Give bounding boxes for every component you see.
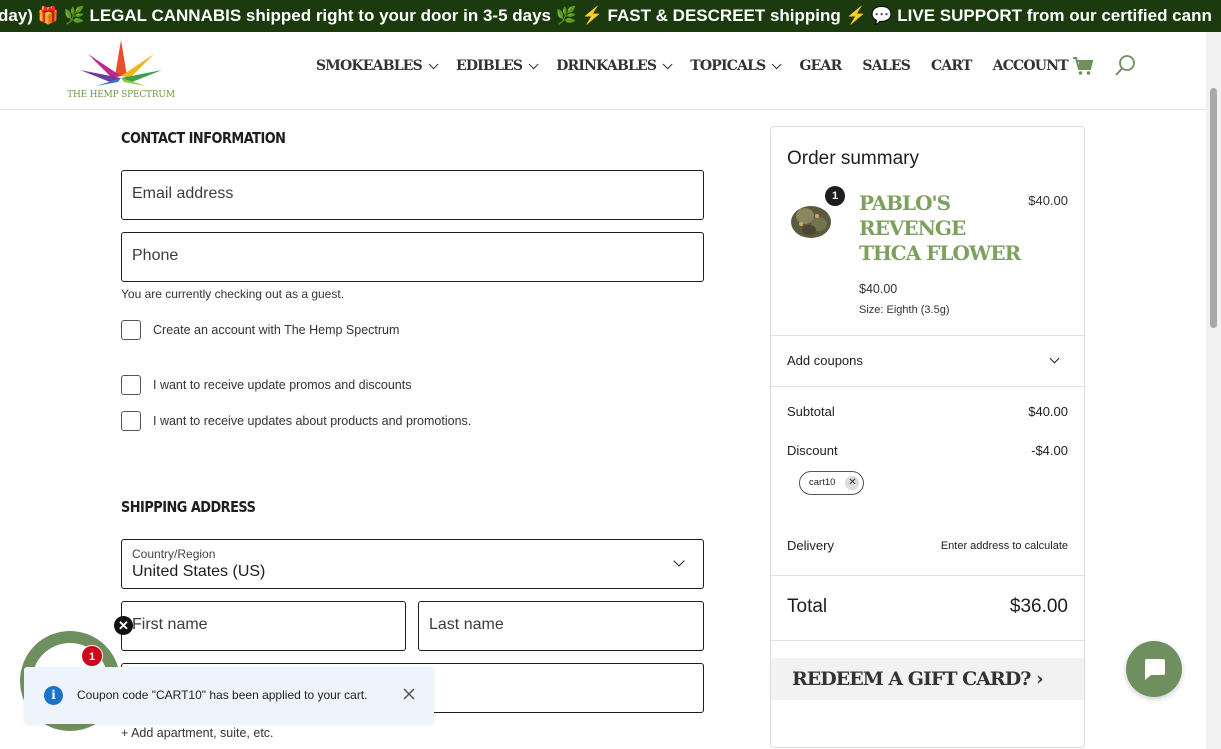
contact-section-title: CONTACT INFORMATION: [121, 129, 286, 147]
add-coupons-toggle[interactable]: Add coupons: [787, 353, 863, 368]
chat-bubble-icon: [1145, 659, 1165, 680]
chevron-down-icon: [673, 555, 685, 567]
unit-price: $40.00: [859, 282, 898, 296]
page-scrollbar[interactable]: [1206, 32, 1221, 749]
coupon-toast: i Coupon code "CART10" has been applied …: [24, 667, 434, 724]
total-label: Total: [787, 596, 828, 617]
add-apartment-link[interactable]: + Add apartment, suite, etc.: [121, 726, 274, 740]
chevron-down-icon: [528, 58, 539, 69]
coupon-chip-label: cart10: [809, 477, 836, 488]
create-account-row: Create an account with The Hemp Spectrum: [121, 320, 399, 340]
first-name-field[interactable]: First name: [121, 601, 406, 651]
rewards-badge: 1: [81, 645, 103, 667]
email-placeholder: Email address: [132, 185, 234, 202]
nav-drinkables[interactable]: DRINKABLES: [556, 58, 673, 74]
delivery-value: Enter address to calculate: [940, 540, 1068, 552]
nav-edibles-label: EDIBLES: [455, 58, 523, 74]
product-size: Size: Eighth (3.5g): [859, 304, 950, 316]
order-summary-panel: Order summary 1 PABLO'S REVENGE THCA FLO…: [770, 126, 1085, 748]
checkout-page: day) 🎁 🌿 LEGAL CANNABIS shipped right to…: [0, 0, 1221, 749]
create-account-label[interactable]: Create an account with The Hemp Spectrum: [153, 323, 399, 337]
email-field[interactable]: Email address: [121, 170, 704, 220]
last-name-placeholder: Last name: [429, 616, 504, 633]
divider: [771, 335, 1084, 336]
divider: [771, 640, 1084, 641]
product-name: PABLO'S REVENGE THCA FLOWER: [859, 191, 1021, 265]
chevron-down-icon: [662, 58, 673, 69]
create-account-checkbox[interactable]: [121, 320, 141, 340]
subtotal-value: $40.00: [1028, 404, 1068, 419]
nav-topicals[interactable]: TOPICALS: [690, 58, 783, 74]
chevron-down-icon: [772, 58, 783, 69]
close-icon[interactable]: [402, 687, 416, 701]
nav-gear[interactable]: GEAR: [799, 58, 842, 74]
nav-smokeables[interactable]: SMOKEABLES: [316, 58, 439, 74]
info-icon: i: [44, 686, 63, 705]
updates-label[interactable]: I want to receive updates about products…: [153, 414, 471, 428]
discount-value: -$4.00: [1031, 443, 1068, 458]
nav-cart-label: CART: [931, 58, 972, 74]
subtotal-label: Subtotal: [787, 404, 835, 419]
shipping-section-title: SHIPPING ADDRESS: [121, 498, 256, 516]
nav-gear-label: GEAR: [799, 58, 842, 74]
nav-drinkables-label: DRINKABLES: [556, 58, 657, 74]
phone-placeholder: Phone: [132, 247, 179, 264]
nav-cart[interactable]: CART: [931, 58, 972, 74]
order-summary-title: Order summary: [787, 148, 919, 169]
site-header: THE HEMP SPECTRUM SMOKEABLES EDIBLES DRI…: [0, 32, 1206, 110]
discount-label: Discount: [787, 443, 838, 458]
total-value: $36.00: [1009, 596, 1068, 617]
toast-message: Coupon code "CART10" has been applied to…: [77, 688, 368, 702]
live-chat-button[interactable]: [1126, 641, 1182, 697]
divider: [771, 386, 1084, 387]
nav-account-label: ACCOUNT: [992, 58, 1069, 74]
remove-coupon-icon[interactable]: ✕: [845, 476, 860, 490]
nav-sales-label: SALES: [862, 58, 911, 74]
country-label: Country/Region: [132, 547, 216, 561]
cart-icon[interactable]: [1072, 56, 1094, 76]
divider: [771, 575, 1084, 576]
line-price: $40.00: [1028, 193, 1068, 208]
nav-topicals-label: TOPICALS: [690, 58, 766, 74]
redeem-gift-card[interactable]: REDEEM A GIFT CARD? ›: [771, 658, 1084, 700]
updates-checkbox[interactable]: [121, 411, 141, 431]
chevron-down-icon[interactable]: [1049, 353, 1060, 364]
close-icon[interactable]: ✕: [114, 616, 133, 635]
country-value: United States (US): [132, 563, 266, 580]
nav-sales[interactable]: SALES: [862, 58, 910, 74]
quantity-badge: 1: [825, 186, 845, 206]
promos-checkbox[interactable]: [121, 375, 141, 395]
hemp-leaf-logo-icon: [80, 40, 162, 86]
coupon-chip: cart10 ✕: [799, 471, 865, 495]
logo-text: THE HEMP SPECTRUM: [67, 90, 175, 100]
guest-note: You are currently checking out as a gues…: [121, 287, 345, 301]
main-nav: SMOKEABLES EDIBLES DRINKABLES TOPICALS G…: [316, 54, 1089, 78]
last-name-field[interactable]: Last name: [418, 601, 704, 651]
phone-field[interactable]: Phone: [121, 232, 704, 282]
first-name-placeholder: First name: [132, 616, 208, 633]
promos-row: I want to receive update promos and disc…: [121, 375, 411, 395]
nav-edibles[interactable]: EDIBLES: [455, 58, 539, 74]
chevron-down-icon: [428, 58, 439, 69]
updates-row: I want to receive updates about products…: [121, 411, 471, 431]
delivery-label: Delivery: [787, 538, 834, 553]
country-select[interactable]: Country/Region United States (US): [121, 539, 704, 589]
redeem-gift-card-label: REDEEM A GIFT CARD? ›: [792, 668, 1044, 690]
announcement-bar: day) 🎁 🌿 LEGAL CANNABIS shipped right to…: [0, 0, 1221, 32]
nav-account[interactable]: ACCOUNT: [992, 58, 1069, 74]
site-logo[interactable]: THE HEMP SPECTRUM: [60, 36, 182, 100]
announcement-text: day) 🎁 🌿 LEGAL CANNABIS shipped right to…: [0, 6, 1212, 25]
scrollbar-thumb[interactable]: [1210, 88, 1217, 328]
promos-label[interactable]: I want to receive update promos and disc…: [153, 378, 411, 392]
search-icon[interactable]: [1114, 54, 1136, 78]
nav-smokeables-label: SMOKEABLES: [316, 58, 423, 74]
